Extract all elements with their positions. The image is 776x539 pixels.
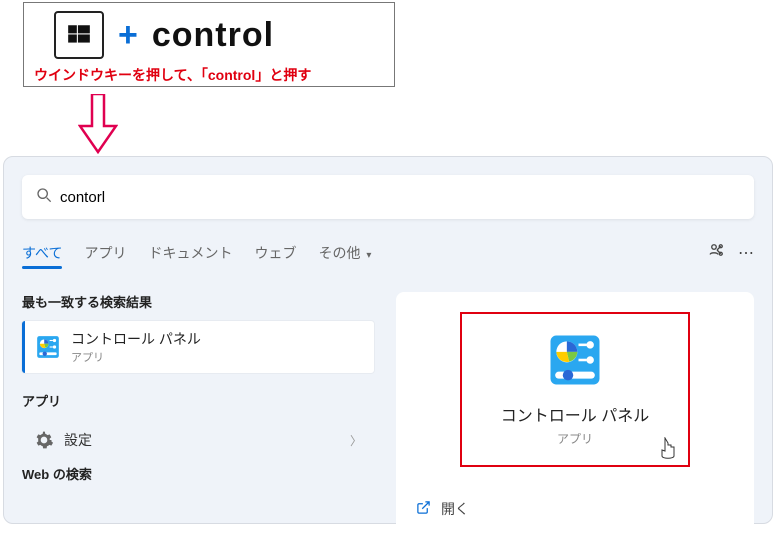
- search-input[interactable]: [60, 189, 740, 206]
- control-panel-icon: [35, 334, 61, 360]
- tab-documents[interactable]: ドキュメント: [148, 243, 232, 263]
- list-item-settings-label: 設定: [64, 430, 350, 450]
- tab-web[interactable]: ウェブ: [254, 243, 296, 263]
- best-match-title: コントロール パネル: [71, 329, 201, 349]
- preview-subtitle: アプリ: [494, 430, 656, 447]
- preview-highlight[interactable]: コントロール パネル アプリ: [460, 312, 690, 467]
- best-match-header: 最も一致する検索結果: [22, 292, 374, 311]
- chevron-right-icon: 〉: [350, 432, 362, 449]
- open-action[interactable]: 開く: [416, 499, 469, 519]
- search-box[interactable]: [22, 175, 754, 219]
- tab-apps[interactable]: アプリ: [84, 243, 126, 263]
- windows-key-icon: [54, 11, 104, 59]
- best-match-control-panel[interactable]: コントロール パネル アプリ: [22, 321, 374, 373]
- preview-title: コントロール パネル: [494, 402, 656, 426]
- more-options-icon[interactable]: ⋯: [738, 243, 754, 263]
- search-tabs: すべて アプリ ドキュメント ウェブ その他 ▾ ⋯: [22, 241, 754, 264]
- account-icon[interactable]: [708, 241, 726, 264]
- list-item-settings[interactable]: 設定 〉: [22, 420, 374, 460]
- gear-icon: [34, 430, 54, 450]
- control-panel-icon: [547, 332, 603, 388]
- windows-search-panel: すべて アプリ ドキュメント ウェブ その他 ▾ ⋯ 最も一致する検索結果: [3, 156, 773, 524]
- search-icon: [36, 187, 52, 208]
- best-match-subtitle: アプリ: [71, 349, 201, 365]
- chevron-down-icon: ▾: [366, 250, 371, 261]
- tutorial-box: + control ウインドウキーを押して、「control」と押す: [23, 2, 395, 87]
- tutorial-control-text: control: [152, 16, 274, 55]
- tab-more-label: その他: [318, 245, 360, 261]
- arrow-down-icon: [78, 94, 118, 154]
- open-action-label: 開く: [441, 499, 469, 519]
- apps-header: アプリ: [22, 391, 374, 410]
- plus-icon: +: [118, 16, 138, 55]
- open-external-icon: [416, 500, 431, 519]
- preview-panel: コントロール パネル アプリ 開く: [396, 292, 754, 539]
- tutorial-caption: ウインドウキーを押して、「control」と押す: [34, 65, 384, 85]
- cursor-icon: [658, 437, 678, 461]
- tutorial-key-combo: + control: [34, 11, 384, 59]
- tab-all[interactable]: すべて: [22, 243, 62, 263]
- tab-more[interactable]: その他 ▾: [318, 243, 371, 263]
- results-left-column: 最も一致する検索結果 コントロール パネル アプ: [22, 292, 374, 539]
- web-search-header: Web の検索: [22, 464, 374, 483]
